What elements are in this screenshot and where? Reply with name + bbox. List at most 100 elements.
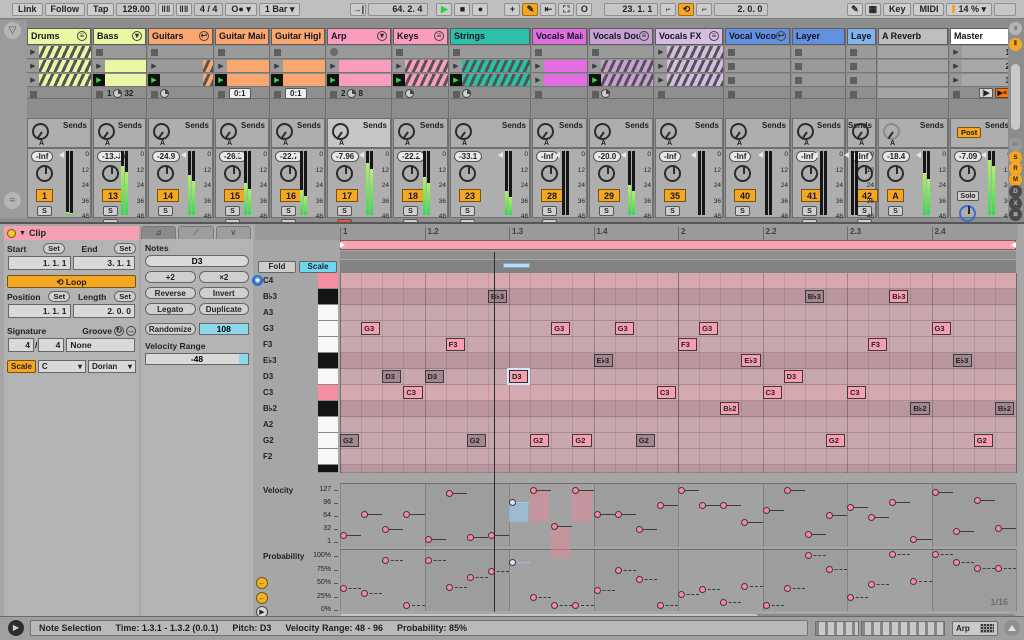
clip-record-button[interactable] xyxy=(330,48,338,56)
clip-slot[interactable]: ▶ xyxy=(327,60,391,73)
mixer-toggle-io[interactable]: IO xyxy=(1009,138,1022,151)
volume-handle[interactable] xyxy=(916,152,921,158)
clip-slot[interactable] xyxy=(847,46,876,59)
clip-slot[interactable]: ▶ xyxy=(450,74,530,87)
midi-note[interactable]: G2 xyxy=(340,434,360,447)
stop-button[interactable]: ■ xyxy=(454,2,471,16)
clip-stop-all-button[interactable] xyxy=(795,91,802,98)
clip-slot[interactable] xyxy=(847,60,876,73)
clip-body[interactable] xyxy=(667,46,723,58)
clip-stop-button[interactable] xyxy=(795,63,802,70)
clip-slot[interactable] xyxy=(589,46,653,59)
clip-slot[interactable] xyxy=(327,46,391,59)
pan-knob[interactable] xyxy=(157,165,174,182)
solo-button[interactable]: S xyxy=(103,206,118,216)
clip-body[interactable] xyxy=(39,60,91,72)
track-activator-button[interactable]: 1 xyxy=(36,189,53,202)
clip-stop-button[interactable] xyxy=(850,63,857,70)
clip-stop-all-button[interactable] xyxy=(396,91,403,98)
crossfader-icon[interactable]: ≈ xyxy=(4,192,21,209)
solo-button[interactable]: S xyxy=(665,206,680,216)
midi-note[interactable]: B♭3 xyxy=(487,290,507,303)
sig-numerator-field[interactable]: 4 xyxy=(8,338,34,352)
volume-readout[interactable]: -Inf xyxy=(729,151,752,162)
send-a-knob[interactable] xyxy=(398,123,415,140)
clip-launch-button[interactable]: ▶ xyxy=(655,74,667,86)
track-header[interactable]: Strings xyxy=(450,28,530,45)
probability-marker[interactable] xyxy=(868,580,876,588)
send-a-knob[interactable] xyxy=(220,123,237,140)
clip-slot[interactable] xyxy=(725,74,790,87)
track-header[interactable]: Vocals Doubl≡ xyxy=(589,28,653,45)
loop-length-field[interactable]: 2. 0. 0 xyxy=(714,2,769,16)
clip-end-field[interactable]: 3. 1. 1 xyxy=(72,256,135,270)
clip-slot[interactable]: ▶ xyxy=(27,74,91,87)
loop-switch[interactable]: ⟲ xyxy=(678,2,695,16)
track-header[interactable]: Vocal Vocoder↩ xyxy=(725,28,790,45)
send-a-knob[interactable] xyxy=(332,123,349,140)
clip-launch-button[interactable]: ▶ xyxy=(93,60,105,72)
device-overview[interactable] xyxy=(861,621,945,636)
loop-button[interactable]: ⟲ Loop xyxy=(7,275,136,288)
midi-note[interactable]: B♭2 xyxy=(994,402,1014,415)
expand-tracks-icon[interactable]: ▽ xyxy=(4,22,21,39)
track-activator-button[interactable]: 16 xyxy=(280,189,302,202)
volume-handle[interactable] xyxy=(621,152,626,158)
clip-slot[interactable]: ▶ xyxy=(655,46,723,59)
nudge-down-icon[interactable]: ‖‖ xyxy=(157,2,174,16)
clip-body[interactable] xyxy=(227,60,269,72)
midi-note[interactable]: C3 xyxy=(656,386,676,399)
clip-stop-all-button[interactable] xyxy=(535,91,542,98)
pan-knob[interactable] xyxy=(336,165,353,182)
clip-body[interactable] xyxy=(283,74,325,86)
track-activator-button[interactable]: 17 xyxy=(336,189,358,202)
notes-tool-invert[interactable]: Invert xyxy=(198,287,249,299)
volume-handle[interactable] xyxy=(181,152,186,158)
midi-note[interactable]: E♭3 xyxy=(593,354,613,367)
pan-knob[interactable] xyxy=(459,165,476,182)
session-vertical-scrollbar[interactable] xyxy=(1011,64,1020,130)
clip-launch-button[interactable]: ▶ xyxy=(148,60,160,72)
midi-note[interactable]: G2 xyxy=(635,434,655,447)
play-button[interactable]: ▶ xyxy=(436,2,453,16)
probability-marker[interactable] xyxy=(952,558,960,566)
track-activator-button[interactable]: 35 xyxy=(664,189,686,202)
piano-key[interactable] xyxy=(318,353,338,369)
volume-handle[interactable] xyxy=(555,152,560,158)
groove-commit-icon[interactable]: ↻ xyxy=(114,326,124,336)
clip-slot[interactable] xyxy=(725,46,790,59)
clip-slot[interactable] xyxy=(792,46,845,59)
pan-knob[interactable] xyxy=(102,165,119,182)
scrub-area[interactable] xyxy=(340,260,1016,273)
clip-slot[interactable]: ▶ xyxy=(393,74,448,87)
clip-stop-all-button[interactable] xyxy=(151,91,158,98)
clip-slot[interactable] xyxy=(725,60,790,73)
midi-note[interactable]: B♭2 xyxy=(720,402,740,415)
clip-slot[interactable]: ▶ xyxy=(589,74,653,87)
clip-launch-button[interactable]: ▶ xyxy=(27,46,39,58)
midi-note[interactable]: D3 xyxy=(382,370,402,383)
clip-launch-button[interactable]: ▶ xyxy=(655,46,667,58)
volume-readout[interactable]: -24.9 xyxy=(152,151,181,162)
set-length-button[interactable]: Set xyxy=(114,291,136,302)
probability-marker[interactable] xyxy=(614,566,622,574)
root-note-select[interactable]: C ▾ xyxy=(37,360,86,373)
volume-handle[interactable] xyxy=(237,152,242,158)
volume-readout[interactable]: -22.7 xyxy=(275,151,304,162)
clip-slot[interactable]: ▶ xyxy=(655,60,723,73)
volume-handle[interactable] xyxy=(981,152,986,158)
clip-panel-header[interactable]: ▼ Clip xyxy=(4,226,139,240)
track-activator-button[interactable]: 40 xyxy=(734,189,756,202)
key-map-button[interactable]: Key xyxy=(882,2,912,16)
solo-button[interactable]: S xyxy=(599,206,614,216)
clip-slot[interactable]: ▶ xyxy=(327,74,391,87)
velocity-marker[interactable] xyxy=(635,526,643,534)
capture-midi-button[interactable]: O xyxy=(576,2,593,16)
midi-note[interactable]: G3 xyxy=(931,322,951,335)
clip-launch-button[interactable]: ▶ xyxy=(589,74,601,86)
clip-overview[interactable] xyxy=(815,621,859,636)
sig-denominator-field[interactable]: 4 xyxy=(38,338,65,352)
cpu-meter[interactable]: 14 % ▾ xyxy=(946,2,992,16)
send-a-knob[interactable] xyxy=(32,123,49,140)
clip-slot[interactable]: ▶ xyxy=(27,46,91,59)
